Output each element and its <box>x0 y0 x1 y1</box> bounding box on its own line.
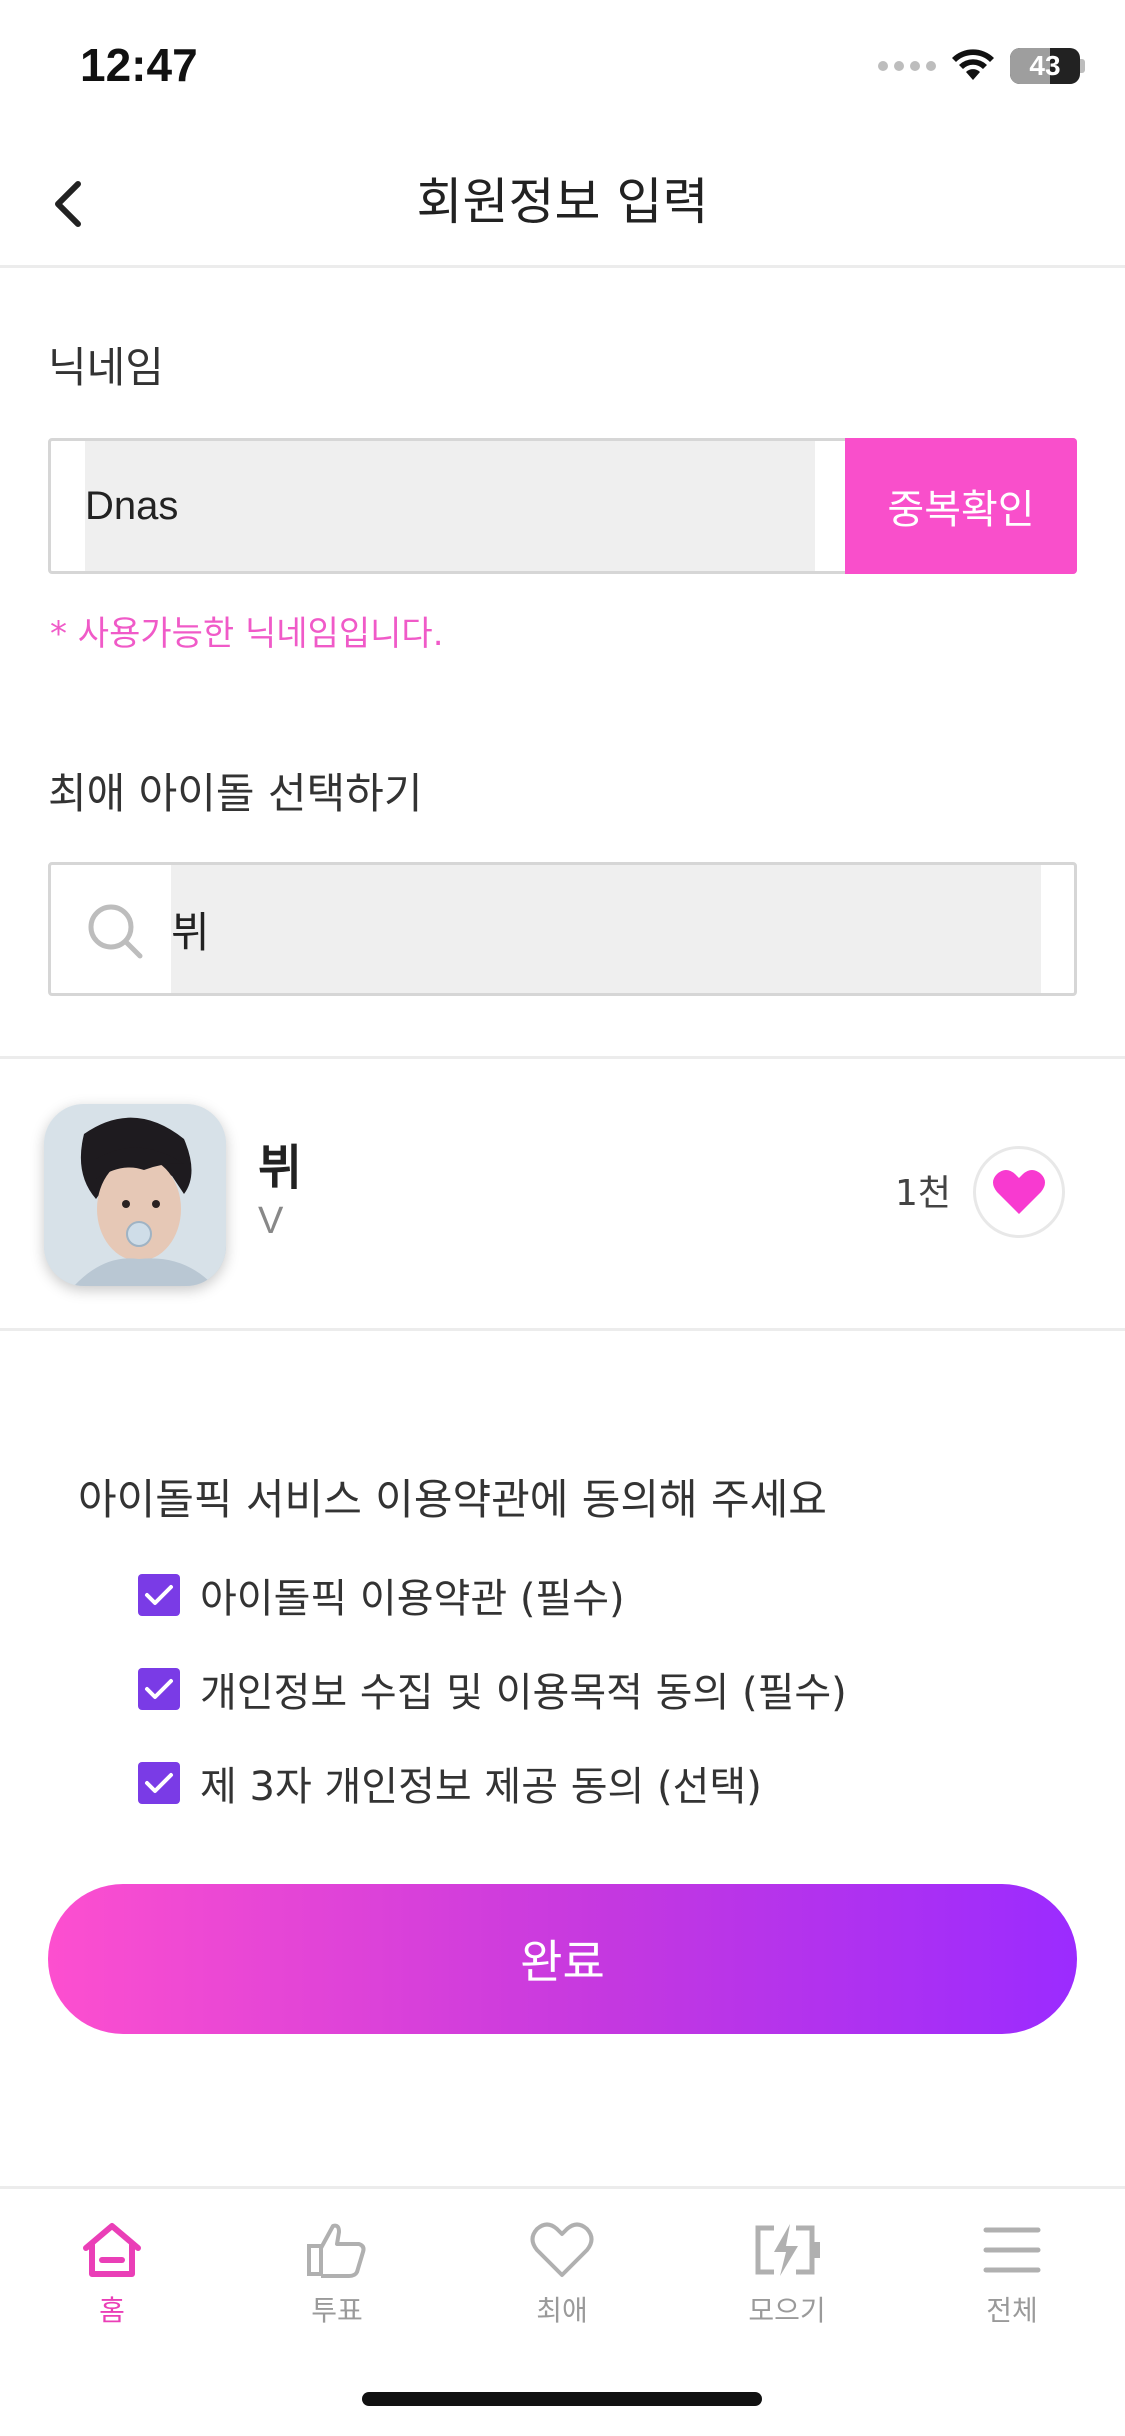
divider <box>0 1328 1125 1331</box>
checkbox-checked-icon[interactable] <box>138 1668 180 1710</box>
nav-item-collect[interactable]: 모으기 <box>707 2215 867 2329</box>
status-bar: 12:47 43 <box>0 0 1125 140</box>
idol-english-name: V <box>258 1200 284 1242</box>
battery-icon: 43 <box>1010 48 1085 84</box>
idol-result-item[interactable]: 뷔 V 1천 <box>0 1060 1125 1328</box>
term-label: 제 3자 개인정보 제공 동의 (선택) <box>200 1764 762 1810</box>
heart-icon <box>993 1170 1045 1214</box>
search-icon <box>88 904 143 959</box>
nickname-input-wrap <box>85 441 815 571</box>
nickname-row: 중복확인 <box>48 438 1077 574</box>
term-item-privacy[interactable]: 개인정보 수집 및 이용목적 동의 (필수) <box>138 1660 847 1718</box>
idol-name: 뷔 <box>258 1140 303 1196</box>
nav-item-home[interactable]: 홈 <box>32 2215 192 2329</box>
nav-label-all: 전체 <box>986 2294 1038 2327</box>
wifi-icon <box>952 49 994 80</box>
favorite-heart-button[interactable] <box>973 1146 1065 1238</box>
nav-item-vote[interactable]: 투표 <box>257 2215 417 2329</box>
nav-label-collect: 모으기 <box>748 2294 826 2327</box>
idol-photo <box>44 1104 226 1286</box>
nav-item-favorite[interactable]: 최애 <box>482 2215 642 2329</box>
divider <box>0 1056 1125 1059</box>
charge-icon <box>755 2224 820 2276</box>
nav-label-home: 홈 <box>99 2294 125 2327</box>
nickname-input[interactable] <box>85 441 815 571</box>
terms-title: 아이돌픽 서비스 이용약관에 동의해 주세요 <box>78 1475 827 1524</box>
complete-button[interactable]: 완료 <box>48 1884 1077 2034</box>
battery-level: 43 <box>1029 50 1061 81</box>
menu-icon <box>983 2227 1041 2273</box>
idol-search-box <box>48 862 1077 996</box>
status-time: 12:47 <box>80 39 198 91</box>
term-item-service[interactable]: 아이돌픽 이용약관 (필수) <box>138 1566 625 1624</box>
nav-label-vote: 투표 <box>311 2294 363 2327</box>
duplicate-check-button[interactable]: 중복확인 <box>845 438 1077 574</box>
home-indicator[interactable] <box>362 2392 762 2406</box>
header: 회원정보 입력 <box>0 140 1125 268</box>
term-label: 아이돌픽 이용약관 (필수) <box>200 1576 625 1622</box>
idol-search-input[interactable] <box>171 865 1041 993</box>
idol-search-field <box>171 865 1041 993</box>
checkbox-checked-icon[interactable] <box>138 1574 180 1616</box>
home-icon <box>83 2223 141 2277</box>
term-label: 개인정보 수집 및 이용목적 동의 (필수) <box>200 1670 847 1716</box>
idol-select-label: 최애 아이돌 선택하기 <box>48 769 423 818</box>
status-icons: 43 <box>878 48 1085 84</box>
term-item-third-party[interactable]: 제 3자 개인정보 제공 동의 (선택) <box>138 1754 762 1812</box>
thumbs-up-icon <box>307 2223 366 2278</box>
heart-outline-icon <box>530 2222 594 2277</box>
idol-vote-count: 1천 <box>894 1173 951 1214</box>
nav-label-favorite: 최애 <box>536 2294 588 2327</box>
checkbox-checked-icon[interactable] <box>138 1762 180 1804</box>
nickname-label: 닉네임 <box>48 343 164 392</box>
page-title: 회원정보 입력 <box>416 173 709 231</box>
idol-avatar <box>44 1104 226 1286</box>
cellular-signal-icon <box>878 61 936 71</box>
nickname-available-message: * 사용가능한 닉네임입니다. <box>50 614 444 654</box>
nav-item-all[interactable]: 전체 <box>932 2215 1092 2329</box>
